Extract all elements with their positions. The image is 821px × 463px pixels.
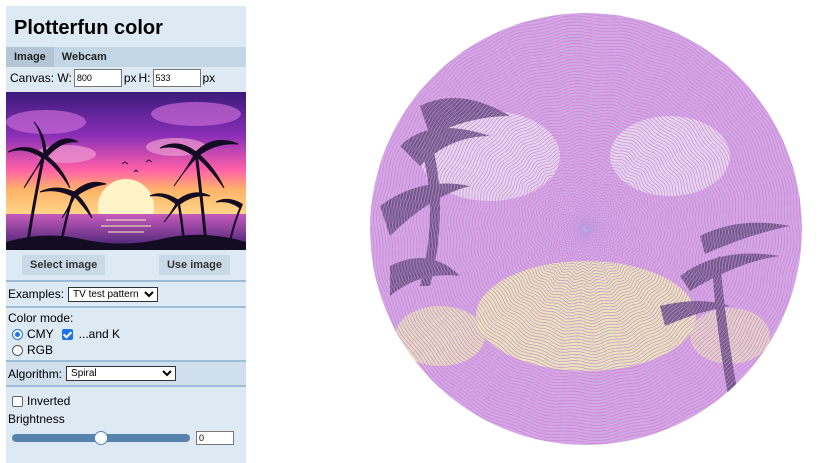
app-title: Plotterfun color <box>14 17 163 39</box>
color-mode-cmy-row: CMY ...and K <box>6 326 246 342</box>
use-image-button[interactable]: Use image <box>158 255 230 275</box>
control-panel: Plotterfun color Image Webcam Canvas: W:… <box>6 6 246 463</box>
inverted-checkbox[interactable] <box>12 395 23 407</box>
inverted-row: Inverted <box>6 387 246 411</box>
brightness-label-row: Brightness <box>6 411 246 427</box>
examples-select[interactable]: TV test pattern <box>68 286 159 302</box>
canvas-size-row: Canvas: W: px H: px <box>6 67 246 89</box>
image-buttons: Select image Use image <box>6 250 246 280</box>
canvas-width-unit: px <box>123 71 137 85</box>
inverted-label: Inverted <box>27 394 71 408</box>
algorithm-row: Algorithm: Spiral <box>6 362 246 385</box>
canvas-width-label: Canvas: W: <box>10 71 72 85</box>
color-mode-label: Color mode: <box>8 311 74 325</box>
and-k-label: ...and K <box>78 327 121 341</box>
canvas-height-input[interactable] <box>152 69 201 87</box>
examples-row: Examples: TV test pattern <box>6 282 246 306</box>
canvas-width-input[interactable] <box>73 69 122 87</box>
color-mode-label-row: Color mode: <box>6 308 246 326</box>
and-k-checkbox[interactable] <box>61 328 73 340</box>
source-tabs: Image Webcam <box>6 47 246 67</box>
algorithm-label: Algorithm: <box>8 366 63 381</box>
examples-label: Examples: <box>8 287 65 301</box>
brightness-control-row <box>6 427 246 449</box>
canvas-height-unit: px <box>202 71 216 85</box>
algorithm-select[interactable]: Spiral <box>66 366 177 381</box>
brightness-value-input[interactable] <box>196 431 234 445</box>
tab-webcam[interactable]: Webcam <box>54 47 115 67</box>
brightness-slider-knob[interactable] <box>94 431 108 445</box>
brightness-slider[interactable] <box>12 431 190 445</box>
tab-image[interactable]: Image <box>6 47 54 67</box>
brightness-label: Brightness <box>8 412 65 426</box>
cmy-label: CMY <box>27 327 54 341</box>
plot-output-canvas <box>370 13 802 445</box>
rgb-label: RGB <box>27 343 54 357</box>
select-image-button[interactable]: Select image <box>22 255 106 275</box>
cmy-radio[interactable] <box>12 328 23 340</box>
color-mode-rgb-row: RGB <box>6 342 246 358</box>
source-image-thumbnail <box>6 92 246 250</box>
rgb-radio[interactable] <box>12 344 23 356</box>
canvas-height-label: H: <box>138 71 151 85</box>
